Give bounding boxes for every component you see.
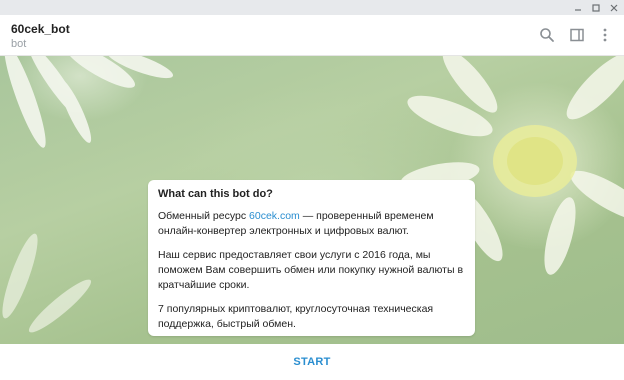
start-button[interactable]: START xyxy=(293,356,330,368)
chat-title[interactable]: 60cek_bot xyxy=(11,22,70,36)
close-icon[interactable] xyxy=(605,0,623,15)
more-vertical-icon[interactable] xyxy=(596,26,614,44)
bot-info-paragraph-3: 7 популярных криптовалют, круглосуточная… xyxy=(158,303,434,330)
chat-subtitle: bot xyxy=(11,38,27,50)
search-icon[interactable] xyxy=(538,26,556,44)
bot-info-card: What can this bot do? Обменный ресурс 60… xyxy=(148,180,475,336)
maximize-icon[interactable] xyxy=(587,0,605,15)
bot-info-title: What can this bot do? xyxy=(158,188,273,200)
chat-wallpaper: What can this bot do? Обменный ресурс 60… xyxy=(0,56,624,344)
site-link[interactable]: 60cek.com xyxy=(249,210,300,222)
start-bar: START xyxy=(0,344,624,380)
chat-header: 60cek_bot bot xyxy=(0,15,624,56)
window-title-bar xyxy=(0,0,624,15)
sidebar-panel-icon[interactable] xyxy=(568,26,586,44)
bot-info-paragraph-1: Обменный ресурс 60cek.com — проверенный … xyxy=(158,209,465,239)
minimize-icon[interactable] xyxy=(569,0,587,15)
p1-text-start: Обменный ресурс xyxy=(158,210,250,222)
bot-info-paragraph-2: Наш сервис предоставляет свои услуги с 2… xyxy=(158,249,464,291)
